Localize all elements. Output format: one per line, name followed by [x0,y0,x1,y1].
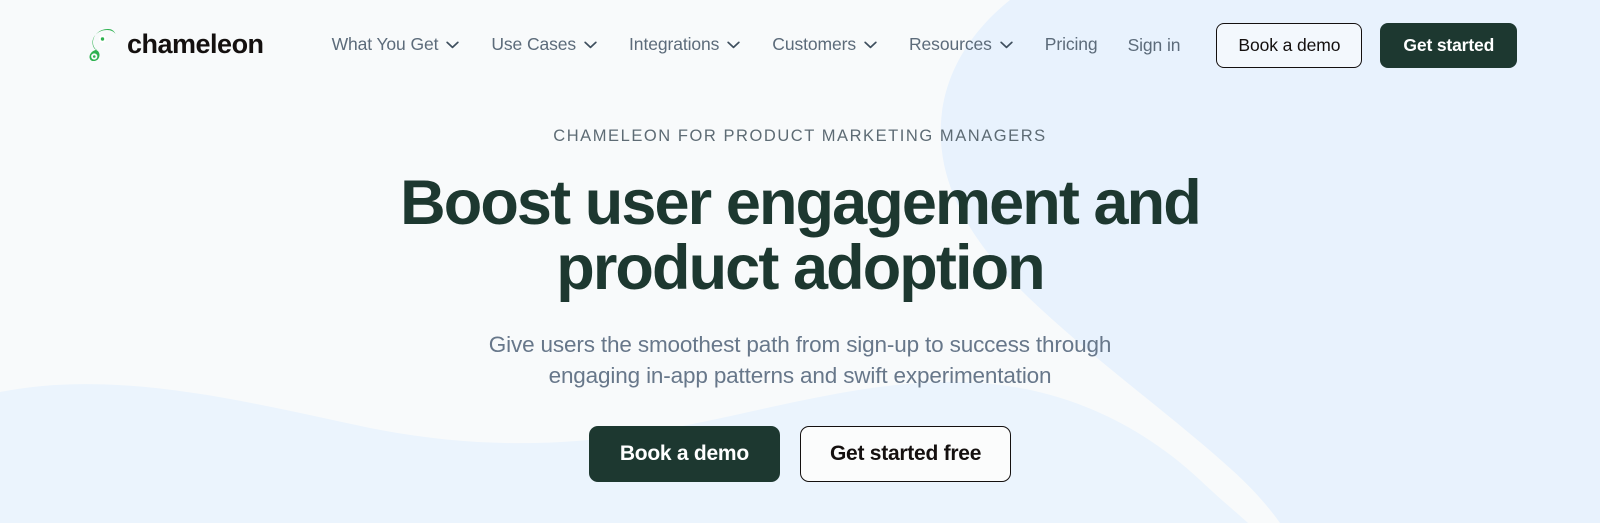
chevron-down-icon [446,41,460,49]
hero-eyebrow: CHAMELEON FOR PRODUCT MARKETING MANAGERS [553,127,1047,145]
chevron-down-icon [584,41,597,49]
brand-logo-link[interactable]: chameleon [86,27,264,61]
nav-label: Customers [772,34,857,55]
hero-subtitle: Give users the smoothest path from sign-… [488,331,1112,389]
brand-name: chameleon [127,28,264,59]
nav-item-use-cases[interactable]: Use Cases [475,28,613,62]
nav-item-what-you-get[interactable]: What You Get [316,28,476,62]
nav-label: What You Get [331,34,439,55]
chevron-down-icon [1000,41,1013,49]
site-header: chameleon What You Get Use Cases Integra… [0,0,1600,90]
nav-item-integrations[interactable]: Integrations [613,28,756,62]
book-a-demo-button-header[interactable]: Book a demo [1216,22,1363,68]
nav-label: Pricing [1044,34,1098,55]
hero-title-line-2: product adoption [556,233,1045,304]
book-a-demo-button-hero[interactable]: Book a demo [588,426,780,483]
chevron-down-icon [727,41,740,49]
nav-label: Integrations [629,34,720,55]
get-started-free-button-hero[interactable]: Get started free [799,426,1012,483]
page-root: chameleon What You Get Use Cases Integra… [0,0,1600,523]
nav-item-resources[interactable]: Resources [893,28,1029,62]
nav-item-pricing[interactable]: Pricing [1029,28,1114,62]
hero-title-line-1: Boost user engagement and [400,167,1202,238]
nav-label: Use Cases [491,34,577,55]
chevron-down-icon [864,41,877,49]
hero-section: CHAMELEON FOR PRODUCT MARKETING MANAGERS… [0,90,1600,483]
sign-in-link[interactable]: Sign in [1114,27,1195,64]
chameleon-logo-icon [89,29,116,61]
nav-label: Resources [909,34,992,55]
header-actions: Sign in Book a demo Get started [1114,22,1518,68]
primary-navigation: What You Get Use Cases Integrations Cust… [316,28,1114,62]
nav-item-customers[interactable]: Customers [756,28,893,62]
hero-cta-group: Book a demo Get started free [0,426,1600,483]
get-started-button-header[interactable]: Get started [1380,22,1518,68]
page-title: Boost user engagement and product adopti… [0,167,1600,304]
